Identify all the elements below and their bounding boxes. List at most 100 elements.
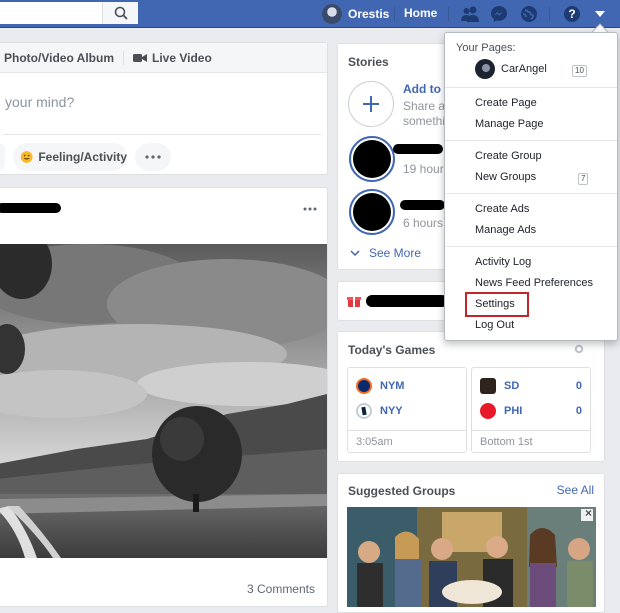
avatar [322, 4, 342, 24]
friend-requests-button[interactable] [460, 4, 480, 24]
video-camera-icon [133, 53, 147, 62]
top-navigation-bar: Orestis Home ? [0, 0, 620, 28]
see-more-label: See More [369, 246, 422, 260]
caret-down-icon [595, 11, 605, 17]
divider [549, 7, 550, 21]
stories-title: Stories [348, 55, 389, 69]
menu-item-create-ads[interactable]: Create Ads [475, 203, 529, 215]
your-pages-label: Your Pages: [456, 42, 516, 54]
divider [445, 193, 617, 194]
mets-logo-icon [356, 378, 372, 394]
post-composer: Photo/Video Album Live Video your mind? … [0, 42, 328, 175]
menu-item-create-group[interactable]: Create Group [475, 150, 542, 162]
game-status: Bottom 1st [472, 430, 590, 452]
redacted-author-name [0, 203, 61, 213]
suggested-groups-card: Suggested Groups See All × [337, 473, 605, 613]
redacted-story-avatar [353, 140, 391, 178]
divider [448, 7, 449, 21]
svg-text:?: ? [568, 7, 575, 21]
gear-icon[interactable] [574, 344, 584, 354]
divider [445, 246, 617, 247]
team-abbr: NYM [380, 380, 405, 392]
story-item[interactable] [349, 136, 395, 182]
add-story-button[interactable] [348, 81, 394, 127]
story-time: 19 hours [403, 162, 450, 176]
friend-requests-icon [461, 6, 479, 22]
team-score: 0 [575, 405, 582, 417]
suggested-group-photo[interactable]: × [347, 507, 596, 607]
redacted-story-name [393, 144, 443, 154]
yankees-logo-icon [356, 403, 372, 419]
more-icon [303, 207, 317, 211]
game-box[interactable]: SD 0 PHI 0 Bottom 1st [471, 367, 591, 453]
see-all-groups-link[interactable]: See All [557, 483, 594, 497]
notifications-button[interactable] [519, 4, 539, 24]
divider [3, 134, 321, 135]
search-input[interactable] [0, 2, 138, 24]
chevron-down-icon [350, 250, 360, 257]
menu-item-log-out[interactable]: Log Out [475, 319, 514, 331]
feed-post: 3 Comments [0, 187, 328, 607]
tab-label: Photo/Video Album [4, 50, 114, 65]
page-notification-badge: 10 [572, 65, 587, 77]
menu-item-manage-page[interactable]: Manage Page [475, 118, 544, 130]
account-menu-button[interactable] [590, 4, 610, 24]
story-item[interactable] [349, 189, 395, 235]
menu-item-activity-log[interactable]: Activity Log [475, 256, 531, 268]
team-abbr: SD [504, 380, 520, 392]
divider [394, 7, 395, 21]
search-icon [114, 6, 128, 20]
messenger-icon [491, 6, 507, 22]
redacted-story-name [400, 200, 445, 210]
smiley-icon [20, 151, 33, 163]
add-story-subtitle: Share a [403, 99, 446, 113]
new-groups-badge: 7 [578, 173, 589, 185]
todays-games-card: Today's Games NYM NYY 3:05am SD 0 PHI 0 … [337, 331, 605, 462]
close-suggestion-button[interactable]: × [585, 507, 592, 520]
redacted-story-avatar [353, 193, 391, 231]
menu-item-manage-ads[interactable]: Manage Ads [475, 224, 536, 236]
help-button[interactable]: ? [562, 4, 582, 24]
page-item-carangel[interactable]: CarAngel [475, 59, 547, 79]
redacted-page-name [366, 295, 448, 307]
team-row: PHI [480, 403, 522, 419]
profile-link[interactable]: Orestis [322, 3, 389, 25]
menu-item-settings[interactable]: Settings [475, 298, 515, 310]
status-prompt[interactable]: your mind? [5, 94, 74, 110]
feeling-activity-label: Feeling/Activity [38, 150, 127, 164]
tab-photo-video-album[interactable]: Photo/Video Album [4, 51, 114, 65]
menu-item-new-groups[interactable]: New Groups [475, 171, 536, 183]
more-icon [145, 155, 161, 159]
profile-name: Orestis [348, 7, 390, 21]
search-button[interactable] [102, 2, 138, 24]
padres-logo-icon [480, 378, 496, 394]
home-link[interactable]: Home [404, 6, 437, 20]
team-row: NYY [356, 403, 403, 419]
post-options-button[interactable] [303, 200, 317, 214]
games-title: Today's Games [348, 343, 436, 357]
more-options-button[interactable] [135, 143, 171, 171]
divider [445, 140, 617, 141]
feeling-activity-button[interactable]: Feeling/Activity [13, 143, 127, 171]
help-icon: ? [564, 6, 580, 22]
menu-item-news-feed-preferences[interactable]: News Feed Preferences [475, 277, 593, 289]
comments-count-link[interactable]: 3 Comments [247, 582, 315, 596]
menu-item-create-page[interactable]: Create Page [475, 97, 537, 109]
messenger-button[interactable] [489, 4, 509, 24]
game-status: 3:05am [348, 430, 466, 452]
tab-live-video[interactable]: Live Video [133, 51, 212, 65]
see-more-stories-link[interactable]: See More [350, 246, 421, 260]
post-photo[interactable] [0, 244, 327, 558]
game-box[interactable]: NYM NYY 3:05am [347, 367, 467, 453]
notifications-globe-icon [521, 6, 537, 22]
groups-title: Suggested Groups [348, 484, 456, 498]
composer-tabs: Photo/Video Album Live Video [0, 43, 327, 73]
team-abbr: NYY [380, 405, 403, 417]
composer-action-button[interactable] [0, 143, 5, 171]
plus-icon [363, 96, 379, 112]
account-dropdown-menu: Your Pages: CarAngel 10 Create Page Mana… [444, 32, 618, 341]
divider [445, 87, 617, 88]
tab-label: Live Video [152, 50, 212, 65]
divider [123, 50, 124, 65]
page-name: CarAngel [501, 63, 547, 75]
